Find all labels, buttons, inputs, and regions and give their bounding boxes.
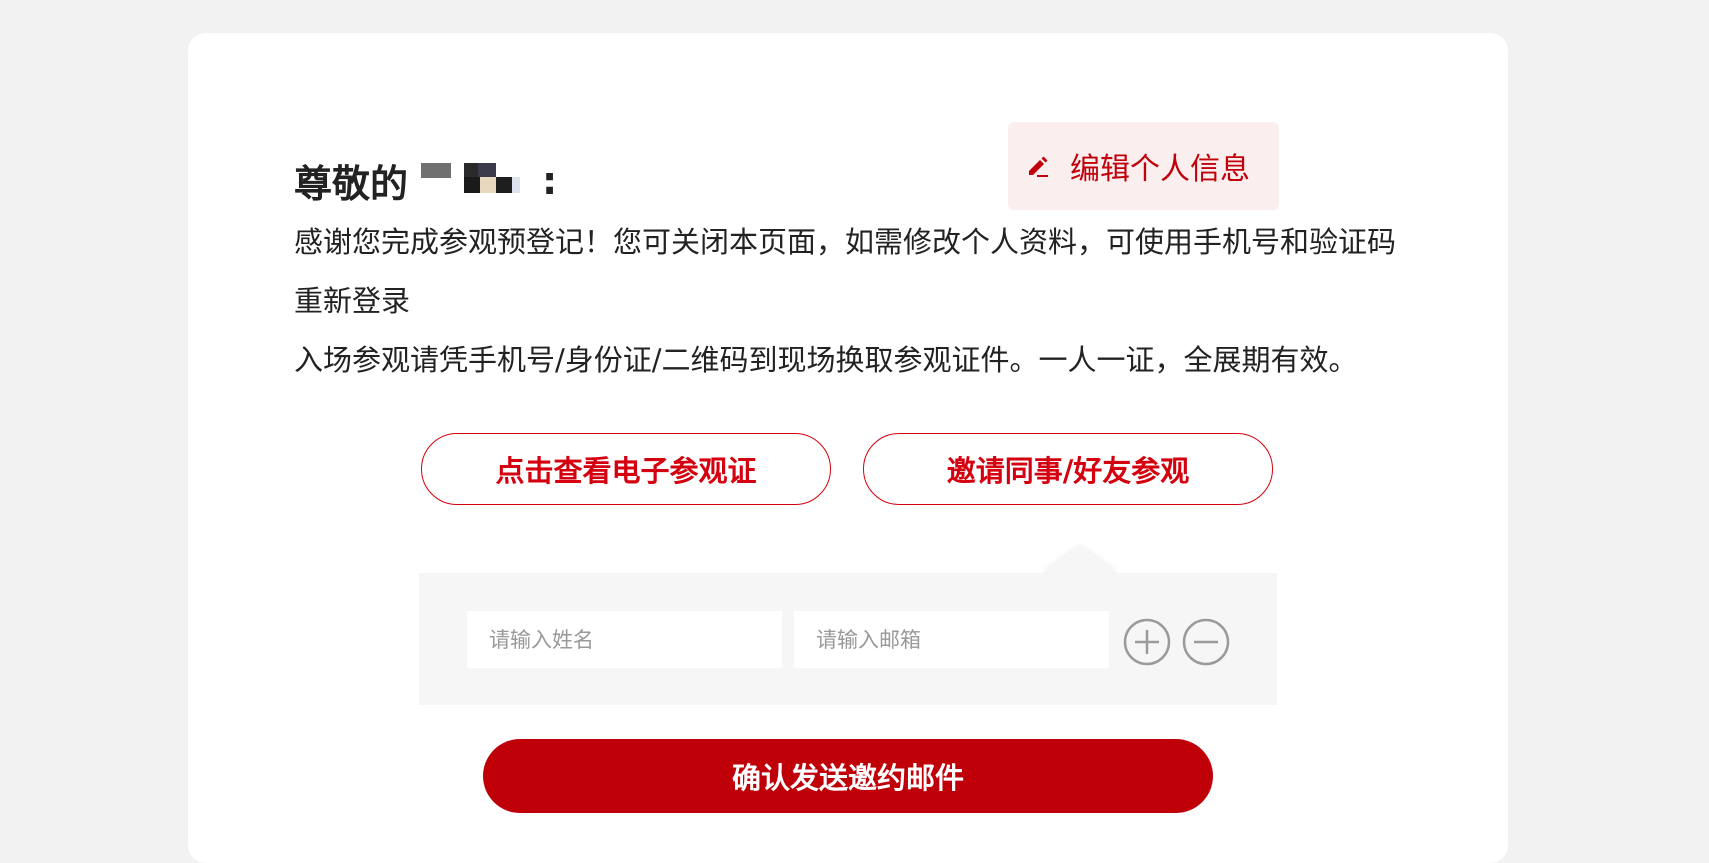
message-line-registration: 感谢您完成参观预登记！您可关闭本页面，如需修改个人资料，可使用手机号和验证码重新… [294, 225, 1397, 318]
registration-card: 尊敬的 : 编辑个人信息 感谢您完成参观预登记！您可关闭本页面，如需修改个人资料… [188, 33, 1508, 863]
send-invitation-email-button[interactable]: 确认发送邀约邮件 [483, 739, 1213, 813]
masked-user-name [416, 162, 536, 199]
view-e-badge-button[interactable]: 点击查看电子参观证 [421, 433, 831, 505]
confirmation-message: 感谢您完成参观预登记！您可关闭本页面，如需修改个人资料，可使用手机号和验证码重新… [294, 213, 1414, 390]
edit-profile-label: 编辑个人信息 [1070, 152, 1250, 187]
greeting-prefix: 尊敬的 [294, 162, 409, 206]
invitee-name-input[interactable] [467, 611, 782, 668]
greeting-suffix: : [542, 158, 558, 203]
minus-circle-icon[interactable] [1181, 617, 1231, 667]
plus-circle-icon[interactable] [1122, 617, 1172, 667]
invitee-email-input[interactable] [794, 611, 1109, 668]
panel-pointer-arrow [1042, 546, 1118, 573]
edit-profile-button[interactable]: 编辑个人信息 [1008, 122, 1279, 210]
pencil-icon [1024, 152, 1052, 180]
invite-form-panel [419, 546, 1277, 705]
greeting-heading: 尊敬的 : [294, 153, 557, 208]
invite-colleagues-button[interactable]: 邀请同事/好友参观 [863, 433, 1273, 505]
message-line-entry: 入场参观请凭手机号/身份证/二维码到现场换取参观证件。一人一证，全展期有效。 [294, 343, 1358, 377]
